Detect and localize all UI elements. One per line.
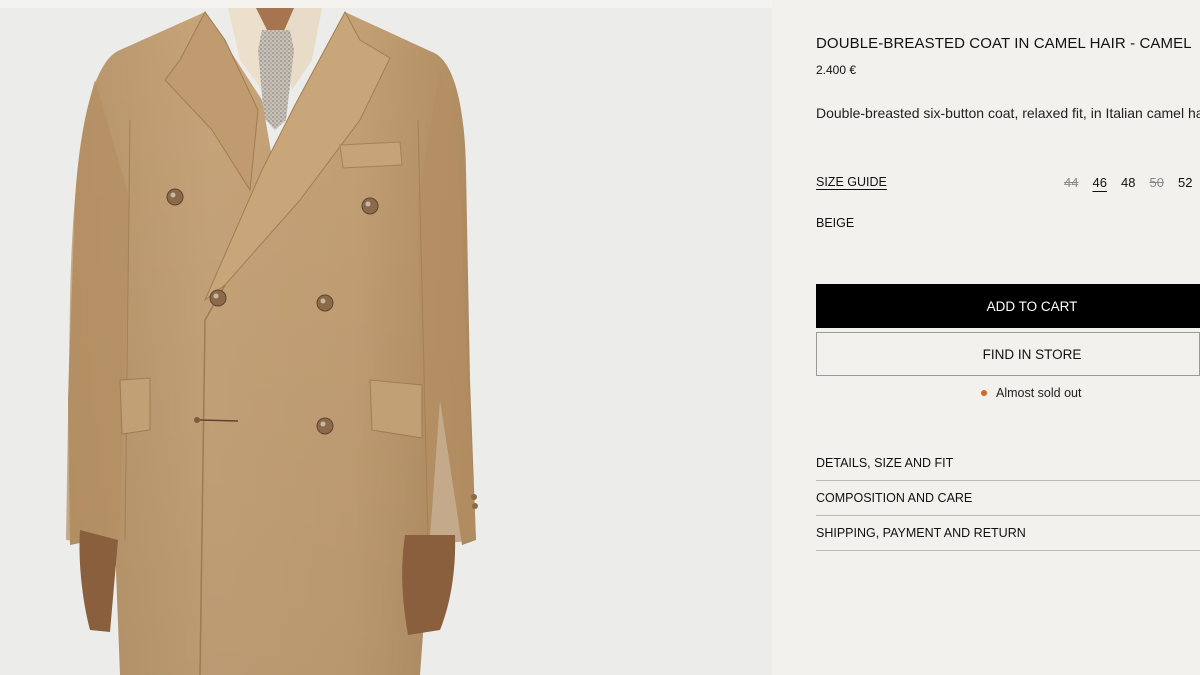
color-label: BEIGE bbox=[816, 216, 855, 230]
stock-status-text: Almost sold out bbox=[996, 386, 1082, 400]
accordion-label: COMPOSITION AND CARE bbox=[816, 491, 973, 505]
product-image[interactable] bbox=[0, 0, 772, 675]
size-selector: 44 46 48 50 52 bbox=[1064, 175, 1200, 190]
product-page: DOUBLE-BREASTED COAT IN CAMEL HAIR - CAM… bbox=[0, 0, 1200, 675]
product-accordion: DETAILS, SIZE AND FIT COMPOSITION AND CA… bbox=[816, 446, 1200, 551]
size-option-46[interactable]: 46 bbox=[1093, 175, 1122, 190]
size-guide-link[interactable]: SIZE GUIDE bbox=[816, 175, 887, 189]
stock-dot-icon bbox=[981, 390, 987, 396]
stock-status: Almost sold out bbox=[981, 386, 1081, 400]
size-option-50[interactable]: 50 bbox=[1150, 175, 1179, 190]
product-info: DOUBLE-BREASTED COAT IN CAMEL HAIR - CAM… bbox=[816, 0, 1200, 675]
find-in-store-button[interactable]: FIND IN STORE bbox=[816, 332, 1200, 376]
camel-coat-photo bbox=[66, 8, 478, 675]
accordion-label: DETAILS, SIZE AND FIT bbox=[816, 456, 954, 470]
accordion-label: SHIPPING, PAYMENT AND RETURN bbox=[816, 526, 1026, 540]
product-price: 2.400 € bbox=[816, 63, 857, 77]
accordion-shipping-payment-return[interactable]: SHIPPING, PAYMENT AND RETURN bbox=[816, 516, 1200, 551]
accordion-details-size-fit[interactable]: DETAILS, SIZE AND FIT bbox=[816, 446, 1200, 481]
size-option-44[interactable]: 44 bbox=[1064, 175, 1093, 190]
add-to-cart-label: ADD TO CART bbox=[986, 298, 1078, 314]
size-option-52[interactable]: 52 bbox=[1178, 175, 1200, 190]
product-title: DOUBLE-BREASTED COAT IN CAMEL HAIR - CAM… bbox=[816, 35, 1192, 52]
add-to-cart-button[interactable]: ADD TO CART bbox=[816, 284, 1200, 328]
size-option-48[interactable]: 48 bbox=[1121, 175, 1150, 190]
accordion-composition-care[interactable]: COMPOSITION AND CARE bbox=[816, 481, 1200, 516]
product-description: Double-breasted six-button coat, relaxed… bbox=[816, 105, 1200, 121]
find-in-store-label: FIND IN STORE bbox=[982, 346, 1082, 362]
